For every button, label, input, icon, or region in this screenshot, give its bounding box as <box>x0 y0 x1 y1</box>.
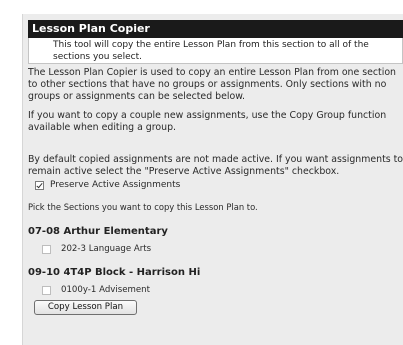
description-line: available when editing a group. <box>28 122 177 133</box>
section-option[interactable]: 202-3 Language Arts <box>42 243 151 255</box>
preserve-active-assignments-checkbox[interactable] <box>35 180 44 190</box>
description-line: By default copied assignments are not ma… <box>28 154 403 165</box>
description-line: If you want to copy a couple new assignm… <box>28 110 387 121</box>
copy-lesson-plan-button[interactable]: Copy Lesson Plan <box>34 300 137 315</box>
school-heading: 07-08 Arthur Elementary <box>28 226 168 237</box>
section-label: 0100y-1 Advisement <box>61 285 151 295</box>
description-paragraph-1: The Lesson Plan Copier is used to copy a… <box>28 67 403 103</box>
panel-title: Lesson Plan Copier <box>28 20 403 38</box>
description-line: The Lesson Plan Copier is used to copy a… <box>28 67 397 78</box>
description-paragraph-3: By default copied assignments are not ma… <box>28 154 403 178</box>
preserve-active-assignments-label: Preserve Active Assignments <box>50 180 181 190</box>
section-option[interactable]: 0100y-1 Advisement <box>42 284 150 296</box>
section-checkbox[interactable] <box>42 244 51 254</box>
description-paragraph-2: If you want to copy a couple new assignm… <box>28 110 403 134</box>
section-label: 202-3 Language Arts <box>61 244 152 254</box>
description-line: to other sections that have no groups or… <box>28 79 387 90</box>
intro-text: This tool will copy the entire Lesson Pl… <box>28 38 403 64</box>
pick-sections-instruction: Pick the Sections you want to copy this … <box>28 202 258 212</box>
description-line: groups or assignments can be selected be… <box>28 91 245 102</box>
preserve-active-assignments-row[interactable]: Preserve Active Assignments <box>35 178 180 192</box>
description-line: remain active select the "Preserve Activ… <box>28 166 340 177</box>
school-heading: 09-10 4T4P Block - Harrison Hi <box>28 267 201 278</box>
section-checkbox[interactable] <box>42 285 51 295</box>
